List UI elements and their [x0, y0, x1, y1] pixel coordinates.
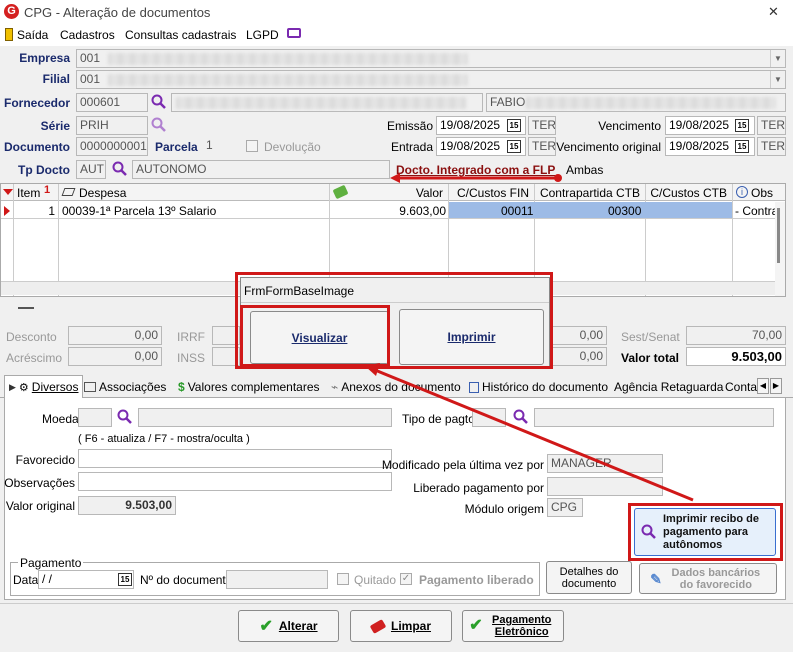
annotation-arrow-line [374, 368, 694, 502]
annotation-arrows [365, 173, 694, 502]
annotation-dot [554, 174, 562, 182]
annotation-arrowhead [365, 363, 380, 376]
annotation-arrowhead [390, 173, 400, 183]
